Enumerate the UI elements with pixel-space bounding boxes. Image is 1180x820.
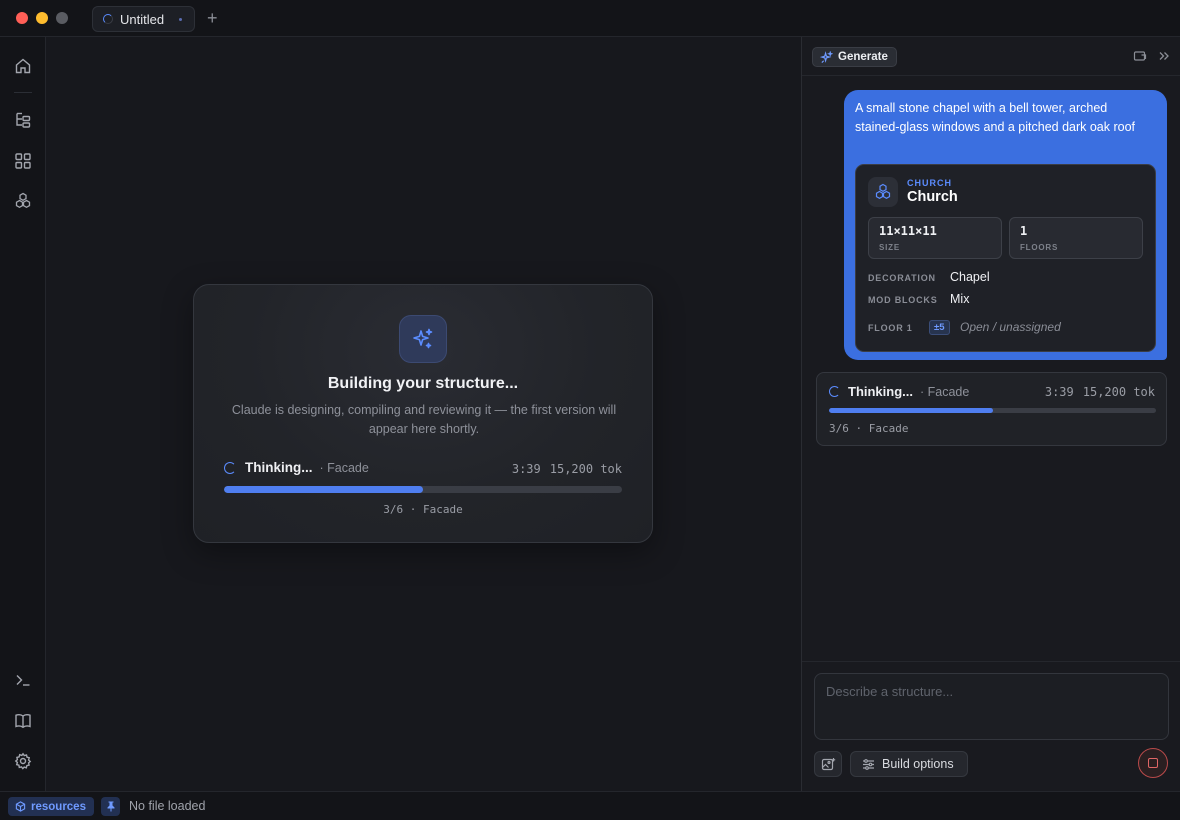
new-tab-button[interactable]: + <box>207 8 218 28</box>
structure-kind: CHURCH <box>907 178 952 188</box>
structure-name: Church <box>907 189 958 205</box>
composer-divider <box>802 661 1180 662</box>
thinking-stage: · Facade <box>920 384 970 399</box>
title-bar: Untitled + <box>0 0 1180 37</box>
generate-panel: Generate A small stone chapel with a bel… <box>801 37 1180 791</box>
thinking-progress-bar <box>829 408 1156 413</box>
thinking-status-card: Thinking... · Facade 3:39 15,200 tok 3/6… <box>816 372 1167 446</box>
unsaved-dot-icon <box>179 18 182 21</box>
floors-value: 1 <box>1020 224 1028 238</box>
terminal-icon[interactable] <box>12 669 34 691</box>
sparkles-icon <box>399 315 447 363</box>
thinking-step-indicator: 3/6 · Facade <box>829 422 909 435</box>
thinking-progress-fill <box>829 408 993 413</box>
structure-spec-card: CHURCH Church 11×11×11 SIZE 1 FLOORS DEC… <box>855 164 1156 352</box>
elapsed-time: 3:39 <box>511 462 541 476</box>
loading-spinner-icon <box>103 14 113 24</box>
tree-icon[interactable] <box>12 109 34 131</box>
floor-1-value: Open / unassigned <box>960 320 1061 334</box>
build-options-label: Build options <box>882 757 954 771</box>
sparkles-icon <box>820 50 833 63</box>
mod-blocks-value: Mix <box>950 292 970 306</box>
image-add-icon <box>821 757 835 770</box>
floor-badge: ±5 <box>929 320 950 335</box>
user-message-bubble: A small stone chapel with a bell tower, … <box>844 90 1167 360</box>
thinking-label: Thinking... <box>848 384 913 399</box>
prompt-input[interactable] <box>814 673 1169 740</box>
build-options-button[interactable]: Build options <box>850 751 968 777</box>
stop-icon <box>1148 758 1158 768</box>
panel-header: Generate <box>802 37 1180 76</box>
sidebar-divider <box>14 92 32 93</box>
status-label: Thinking... <box>245 460 313 475</box>
close-window-button[interactable] <box>16 12 28 24</box>
size-stat: 11×11×11 SIZE <box>868 217 1002 259</box>
user-message-text: A small stone chapel with a bell tower, … <box>855 101 1136 134</box>
decoration-value: Chapel <box>950 270 990 284</box>
book-icon[interactable] <box>12 710 34 732</box>
tab-untitled[interactable]: Untitled <box>92 6 195 32</box>
collapse-panel-icon[interactable] <box>1157 49 1171 63</box>
mod-blocks-key: MOD BLOCKS <box>868 295 938 305</box>
grid-icon[interactable] <box>12 150 34 172</box>
stop-generation-button[interactable] <box>1138 748 1168 778</box>
build-title: Building your structure... <box>327 375 519 392</box>
token-count: 15,200 tok <box>549 462 622 476</box>
token-count: 15,200 tok <box>1082 385 1155 399</box>
loading-spinner-icon <box>224 461 236 474</box>
thinking-meta: 3:39 15,200 tok <box>1045 385 1155 399</box>
decoration-key: DECORATION <box>868 273 936 283</box>
size-label: SIZE <box>879 243 900 252</box>
maximize-window-button[interactable] <box>56 12 68 24</box>
sidebar <box>0 37 46 791</box>
floors-stat: 1 FLOORS <box>1009 217 1143 259</box>
build-progress-card: Building your structure... Claude is des… <box>193 284 653 543</box>
floor-1-key: FLOOR 1 <box>868 323 913 333</box>
build-description: Claude is designing, compiling and revie… <box>231 403 617 436</box>
resources-label: resources <box>31 800 86 813</box>
floors-label: FLOORS <box>1020 243 1059 252</box>
status-stage: · Facade <box>319 460 369 475</box>
build-progress-fill <box>224 486 423 493</box>
thinking-status-row: Thinking... · Facade <box>829 384 969 399</box>
minimize-window-button[interactable] <box>36 12 48 24</box>
size-value: 11×11×11 <box>879 224 937 238</box>
resources-button[interactable]: resources <box>8 797 94 816</box>
new-window-icon[interactable] <box>1133 49 1147 63</box>
file-status: No file loaded <box>129 799 206 813</box>
build-status-row: Thinking... · Facade <box>224 460 369 475</box>
pin-icon <box>107 801 114 812</box>
viewport: Building your structure... Claude is des… <box>46 37 801 791</box>
generate-label: Generate <box>838 51 888 63</box>
elapsed-time: 3:39 <box>1044 385 1074 399</box>
loading-spinner-icon <box>829 386 840 397</box>
generate-mode-button[interactable]: Generate <box>812 47 897 67</box>
build-meta: 3:39 15,200 tok <box>512 462 622 476</box>
tab-title: Untitled <box>120 11 165 27</box>
step-indicator: 3/6 · Facade <box>383 503 463 516</box>
pin-button[interactable] <box>101 797 120 816</box>
gear-icon[interactable] <box>12 750 34 772</box>
status-bar: resources No file loaded <box>0 791 1180 820</box>
cube-icon <box>15 801 26 812</box>
church-icon <box>868 177 898 207</box>
sliders-icon <box>863 758 874 770</box>
attach-image-button[interactable] <box>814 751 842 777</box>
blocks-icon[interactable] <box>12 190 34 212</box>
home-icon[interactable] <box>12 55 34 77</box>
window-controls <box>16 12 68 24</box>
build-progress-bar <box>224 486 622 493</box>
